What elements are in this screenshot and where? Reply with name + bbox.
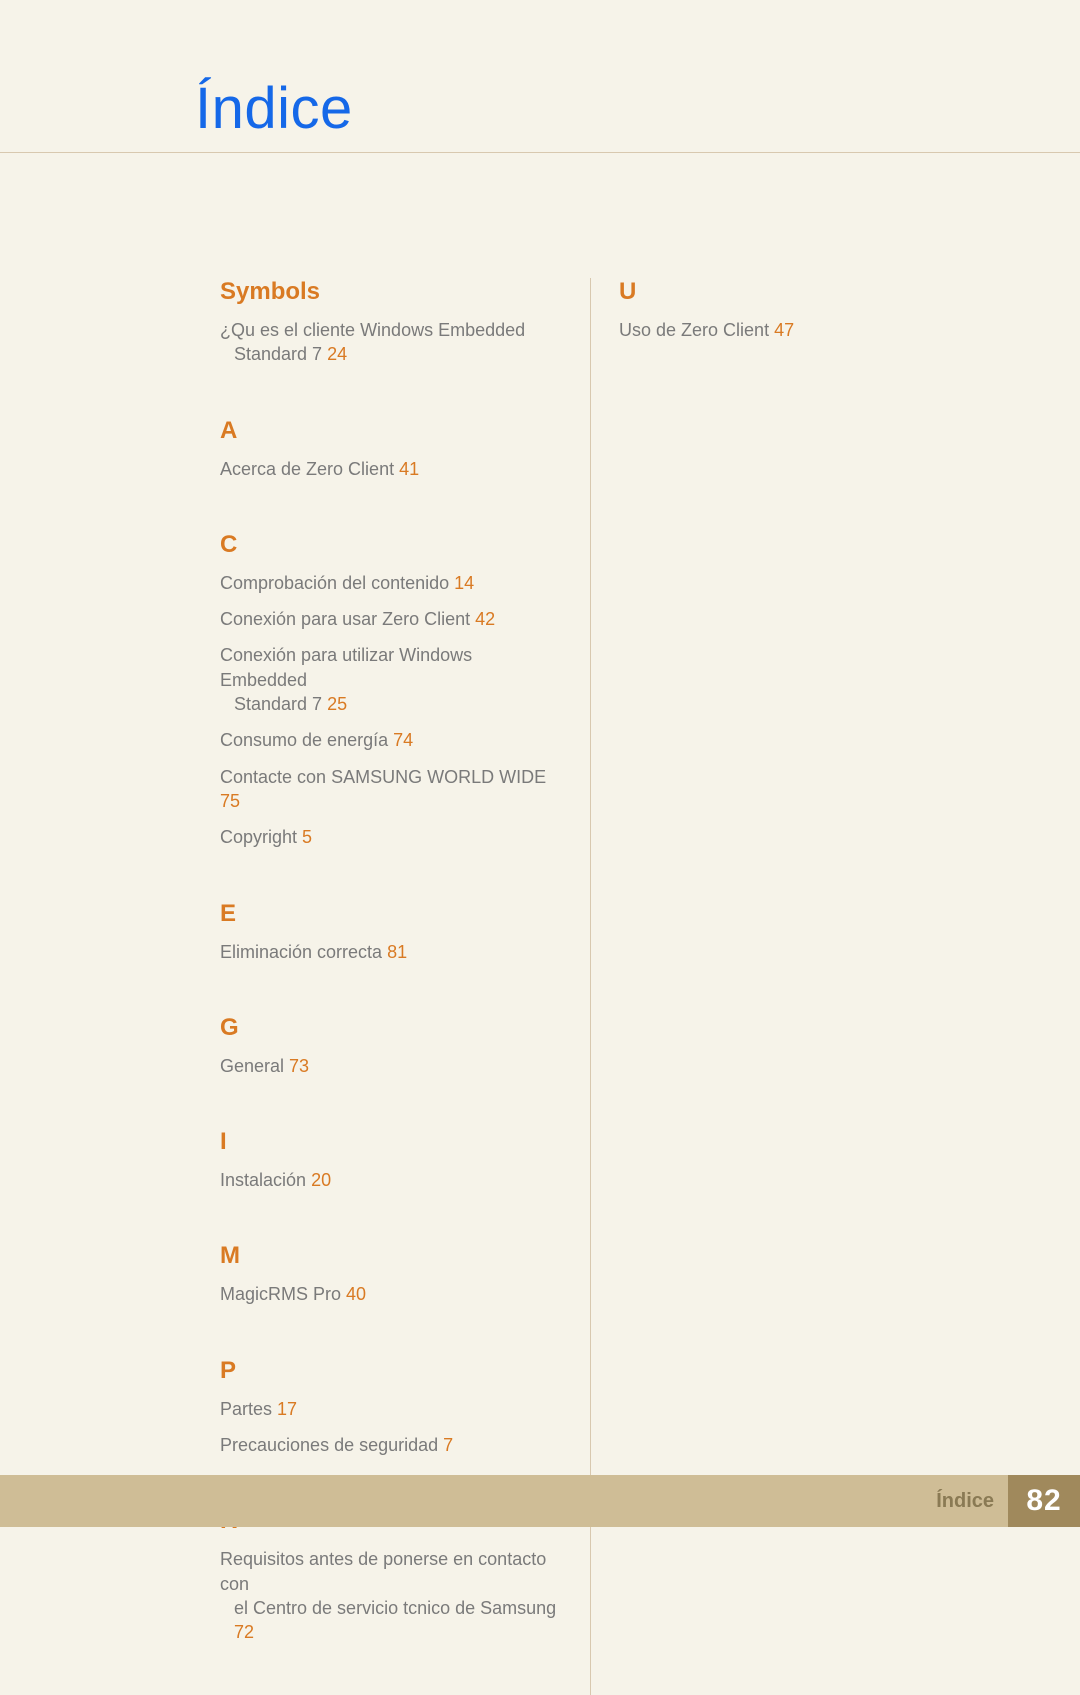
index-entry-text: Conexión para usar Zero Client xyxy=(220,609,475,629)
index-entry-page: 14 xyxy=(454,573,474,593)
index-entry[interactable]: General 73 xyxy=(220,1054,560,1078)
index-section-head: Symbols xyxy=(220,278,560,306)
index-entry[interactable]: Uso de Zero Client 47 xyxy=(619,318,959,342)
index-entry-text: Acerca de Zero Client xyxy=(220,459,399,479)
index-entry[interactable]: Eliminación correcta 81 xyxy=(220,940,560,964)
index-entry-page: 17 xyxy=(277,1399,297,1419)
index-entry-cont: el Centro de servicio tcnico de Samsung … xyxy=(220,1596,560,1645)
index-section-head: E xyxy=(220,900,560,928)
index-section: G General 73 xyxy=(220,1014,560,1078)
index-entry-text: Uso de Zero Client xyxy=(619,320,774,340)
index-entry[interactable]: Copyright 5 xyxy=(220,825,560,849)
index-section: Symbols ¿Qu es el cliente Windows Embedde… xyxy=(220,278,560,367)
index-section: I Instalación 20 xyxy=(220,1128,560,1192)
index-section: RRequisitos antes de ponerse en contacto… xyxy=(220,1507,560,1644)
index-entry-text: Contacte con SAMSUNG WORLD WIDE xyxy=(220,767,546,787)
index-entry-page: 75 xyxy=(220,791,240,811)
index-entry[interactable]: Contacte con SAMSUNG WORLD WIDE 75 xyxy=(220,765,560,814)
index-entry[interactable]: Consumo de energía 74 xyxy=(220,728,560,752)
index-section: C Comprobación del contenido 14 Conexión p… xyxy=(220,531,560,850)
index-entry[interactable]: Precauciones de seguridad 7 xyxy=(220,1433,560,1457)
index-entry[interactable]: MagicRMS Pro 40 xyxy=(220,1282,560,1306)
index-entry-page: 41 xyxy=(399,459,419,479)
index-entry-page: 73 xyxy=(289,1056,309,1076)
index-entry-page: 47 xyxy=(774,320,794,340)
index-entry-text: Eliminación correcta xyxy=(220,942,387,962)
footer-label: Índice xyxy=(936,1490,994,1513)
index-section-head: A xyxy=(220,417,560,445)
index-entry-text: Consumo de energía xyxy=(220,730,393,750)
index-entry[interactable]: Conexión para utilizar Windows Embedded S… xyxy=(220,643,560,716)
index-entry-text: General xyxy=(220,1056,289,1076)
index-entry[interactable]: Comprobación del contenido 14 xyxy=(220,571,560,595)
footer-page-number: 82 xyxy=(1008,1475,1080,1527)
index-section: U Uso de Zero Client 47 xyxy=(619,278,959,342)
index-entry-page: 5 xyxy=(302,827,312,847)
index-section: P Partes 17 Precauciones de seguridad 7 xyxy=(220,1357,560,1458)
index-entry-page: 25 xyxy=(327,694,347,714)
index-section-head: C xyxy=(220,531,560,559)
index-section-head: I xyxy=(220,1128,560,1156)
footer: Índice 82 xyxy=(0,1475,1080,1527)
index-entry[interactable]: ¿Qu es el cliente Windows EmbeddedStanda… xyxy=(220,318,560,367)
index-section-head: U xyxy=(619,278,959,306)
index-entry-text: Conexión para utilizar Windows Embedded xyxy=(220,645,472,689)
index-entry-cont: Standard 7 25 xyxy=(220,692,560,716)
index-section-head: M xyxy=(220,1242,560,1270)
index-section: M MagicRMS Pro 40 xyxy=(220,1242,560,1306)
index-entry-page: 42 xyxy=(475,609,495,629)
index-entry[interactable]: Instalación 20 xyxy=(220,1168,560,1192)
index-entry-text: Instalación xyxy=(220,1170,311,1190)
index-entry-page: 74 xyxy=(393,730,413,750)
index-entry[interactable]: Requisitos antes de ponerse en contacto … xyxy=(220,1547,560,1644)
page-title: Índice xyxy=(195,75,1080,142)
index-entry-text: Comprobación del contenido xyxy=(220,573,454,593)
page: Índice Symbols ¿Qu es el cliente Windows … xyxy=(0,0,1080,1695)
index-entry[interactable]: Acerca de Zero Client 41 xyxy=(220,457,560,481)
title-wrap: Índice xyxy=(0,75,1080,153)
index-entry-page: 72 xyxy=(234,1622,254,1642)
index-entry-text: Precauciones de seguridad xyxy=(220,1435,443,1455)
index-entry-text: ¿Qu es el cliente Windows Embedded xyxy=(220,320,525,340)
index-entry-text: Partes xyxy=(220,1399,277,1419)
index-entry-text: MagicRMS Pro xyxy=(220,1284,346,1304)
index-section-head: P xyxy=(220,1357,560,1385)
index-entry-cont: Standard 7 24 xyxy=(220,342,560,366)
index-section: E Eliminación correcta 81 xyxy=(220,900,560,964)
index-entry-page: 20 xyxy=(311,1170,331,1190)
index-section: A Acerca de Zero Client 41 xyxy=(220,417,560,481)
index-entry[interactable]: Conexión para usar Zero Client 42 xyxy=(220,607,560,631)
index-section-head: G xyxy=(220,1014,560,1042)
index-entry-text: Requisitos antes de ponerse en contacto … xyxy=(220,1549,546,1593)
index-entry-text: Copyright xyxy=(220,827,302,847)
index-entry-page: 24 xyxy=(327,344,347,364)
index-entry[interactable]: Partes 17 xyxy=(220,1397,560,1421)
index-entry-page: 7 xyxy=(443,1435,453,1455)
index-entry-page: 40 xyxy=(346,1284,366,1304)
index-entry-page: 81 xyxy=(387,942,407,962)
